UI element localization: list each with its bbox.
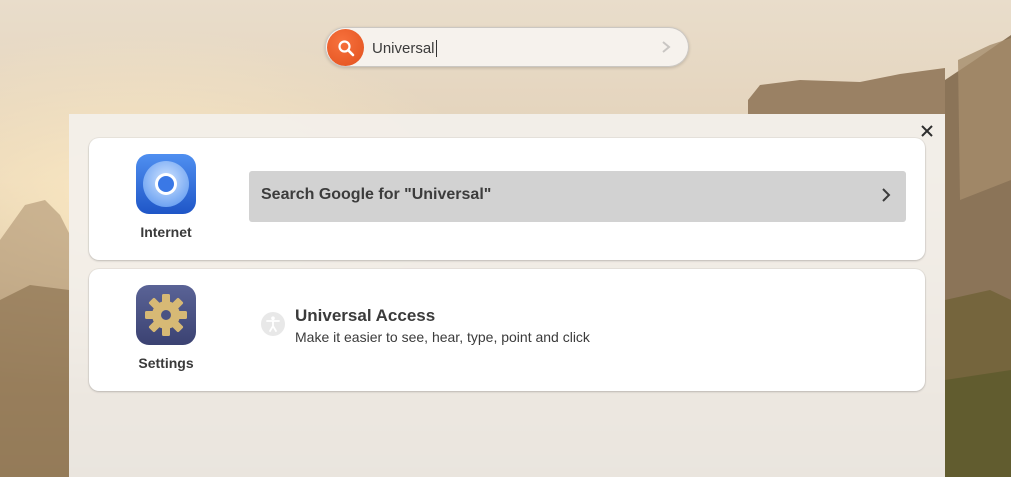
search-button[interactable] (327, 29, 364, 66)
search-input[interactable]: Universal (372, 37, 642, 59)
universal-access-description: Make it easier to see, hear, type, point… (295, 329, 590, 345)
close-button[interactable] (918, 122, 936, 140)
close-icon (921, 125, 933, 137)
app-name-settings: Settings (138, 355, 194, 371)
provider-card-internet: Internet Search Google for "Universal" (89, 138, 925, 260)
search-bar[interactable]: Universal (325, 27, 689, 67)
search-icon (337, 39, 354, 56)
universal-access-result[interactable]: Universal Access Make it easier to see, … (249, 291, 749, 351)
accessibility-icon (261, 312, 285, 336)
universal-access-title: Universal Access (295, 306, 436, 325)
search-google-label: Search Google for "Universal" (261, 186, 492, 203)
chevron-right-icon (882, 188, 891, 202)
app-name-internet: Internet (140, 224, 192, 240)
settings-gear-icon[interactable] (136, 285, 196, 345)
search-google-result[interactable]: Search Google for "Universal" (249, 171, 906, 222)
search-input-text: Universal (372, 39, 435, 57)
chromium-browser-icon[interactable] (136, 154, 196, 214)
search-submit-arrow-icon[interactable] (658, 39, 674, 55)
provider-card-settings: Settings Universal Access Make it easier… (89, 269, 925, 391)
text-cursor (435, 39, 438, 57)
